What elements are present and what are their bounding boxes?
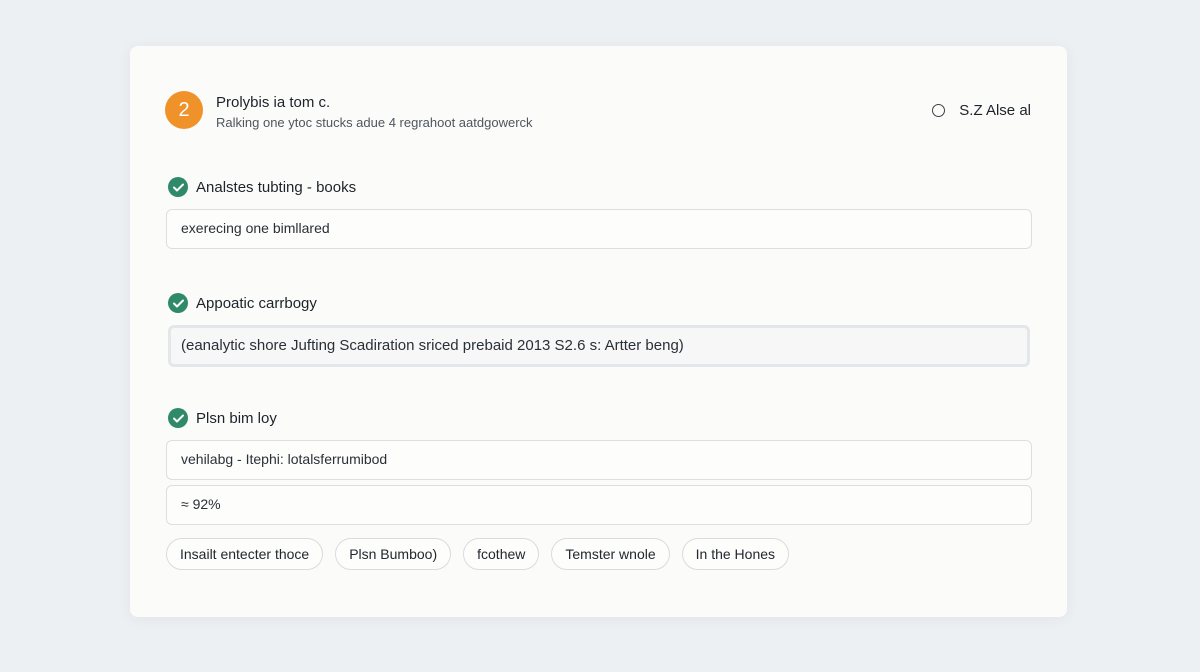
section-title-2: Appoatic carrbogy <box>168 293 317 313</box>
check-circle-icon <box>168 177 188 197</box>
check-circle-icon <box>168 293 188 313</box>
header-title: Prolybis ia tom c. <box>216 94 331 111</box>
radio-button-icon[interactable] <box>932 104 946 117</box>
check-circle-icon <box>168 408 188 428</box>
section-3-percent-input[interactable]: ≈ 92% <box>166 485 1032 525</box>
chip-1[interactable]: Insailt entecter thoce <box>166 538 324 570</box>
card-header: 2 Prolybis ia tom c. Ralking one ytoc st… <box>165 91 1031 131</box>
step-number-badge: 2 <box>165 91 203 129</box>
section-label-3: Plsn bim loy <box>196 409 277 427</box>
chip-2[interactable]: Plsn Bumboo) <box>335 538 452 570</box>
section-label-2: Appoatic carrbogy <box>196 294 317 312</box>
section-label-1: Analstes tubting - books <box>196 178 357 196</box>
section-2-summary-field[interactable]: (eanalytic shore Jufting Scadiration sri… <box>168 325 1030 367</box>
chip-4[interactable]: Temster wnole <box>551 538 670 570</box>
section-title-1: Analstes tubting - books <box>168 177 356 197</box>
section-3-input[interactable]: vehilabg - Itephi: lotalsferrumibod <box>166 440 1032 480</box>
section-title-3: Plsn bim loy <box>168 408 277 428</box>
chip-row: Insailt entecter thoce Plsn Bumboo) fcot… <box>166 538 790 570</box>
header-subtitle: Ralking one ytoc stucks adue 4 regrahoot… <box>216 115 533 130</box>
chip-3[interactable]: fcothew <box>463 538 540 570</box>
section-1-input[interactable]: exerecing one bimllared <box>166 209 1032 249</box>
chip-5[interactable]: In the Hones <box>681 538 790 570</box>
header-radio-option[interactable]: S.Z Alse al <box>932 102 1031 119</box>
form-card: 2 Prolybis ia tom c. Ralking one ytoc st… <box>130 46 1067 617</box>
radio-option-label: S.Z Alse al <box>959 102 1031 119</box>
